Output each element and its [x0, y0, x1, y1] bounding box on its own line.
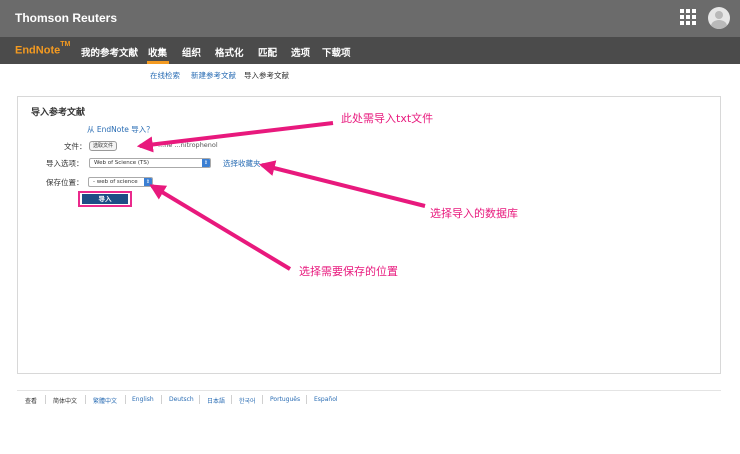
import-option-select[interactable]: Web of Science (TS) ⇕ — [89, 158, 211, 168]
nav-item-my-references[interactable]: 我的参考文献 — [81, 45, 138, 59]
footer-separator — [85, 395, 86, 404]
nav-item-collect[interactable]: 收集 — [148, 45, 167, 59]
footer-lang-pt[interactable]: Português — [270, 396, 300, 403]
user-avatar-icon[interactable] — [708, 7, 730, 29]
file-name: ...ne ...nitrophenol — [158, 141, 218, 149]
import-option-label: 导入选项： — [46, 159, 84, 168]
endnote-logo[interactable]: EndNoteTM — [15, 41, 70, 57]
footer-divider — [17, 390, 721, 391]
footer-lang-en[interactable]: English — [132, 396, 154, 403]
save-location-select[interactable]: - web of science ⇕ — [88, 177, 153, 187]
main-nav: EndNoteTM 我的参考文献 收集 组织 格式化 匹配 选项 下载项 — [0, 37, 740, 64]
footer-separator — [262, 395, 263, 404]
choose-folder-link[interactable]: 选择收藏夹 — [223, 158, 261, 169]
footer-separator — [161, 395, 162, 404]
file-label: 文件： — [64, 142, 87, 151]
dropdown-arrow-icon: ⇕ — [202, 159, 210, 167]
nav-item-format[interactable]: 格式化 — [215, 45, 244, 59]
grid-icon[interactable] — [680, 9, 696, 25]
from-endnote-link[interactable]: 从 EndNote 导入？ — [87, 124, 154, 135]
footer-lang-ja[interactable]: 日本語 — [207, 396, 225, 405]
dropdown-arrow-icon: ⇕ — [144, 178, 152, 186]
footer-separator — [199, 395, 200, 404]
footer-lang-zh-tw[interactable]: 繁體中文 — [93, 396, 117, 405]
import-button[interactable]: 导入 — [82, 194, 128, 204]
subnav-new-reference[interactable]: 新建参考文献 — [191, 70, 236, 81]
nav-item-downloads[interactable]: 下载项 — [322, 45, 351, 59]
nav-item-match[interactable]: 匹配 — [258, 45, 277, 59]
brand-title: Thomson Reuters — [15, 11, 118, 25]
annotation-choose-database: 选择导入的数据库 — [430, 207, 518, 220]
footer-lang-es[interactable]: Español — [314, 396, 338, 403]
footer-view-label: 查看 — [25, 398, 38, 405]
page-title: 导入参考文献 — [31, 108, 86, 118]
nav-item-organize[interactable]: 组织 — [182, 45, 201, 59]
footer-lang-de[interactable]: Deutsch — [169, 396, 194, 403]
choose-file-button[interactable]: 选取文件 — [89, 141, 118, 151]
footer-separator — [125, 395, 126, 404]
annotation-import-txt: 此处需导入txt文件 — [341, 112, 434, 125]
active-tab-indicator — [147, 61, 169, 64]
footer-separator — [45, 395, 46, 404]
import-panel: 导入参考文献 从 EndNote 导入？ 文件： 选取文件 ...ne ...n… — [17, 96, 721, 374]
footer-lang-zh-cn: 简体中文 — [53, 398, 78, 405]
subnav-import-references: 导入参考文献 — [244, 71, 289, 80]
footer-separator — [231, 395, 232, 404]
footer-lang-ko[interactable]: 한국어 — [239, 396, 256, 405]
footer-separator — [306, 395, 307, 404]
annotation-choose-location: 选择需要保存的位置 — [299, 265, 398, 278]
save-location-label: 保存位置： — [46, 178, 84, 187]
subnav-online-search[interactable]: 在线检索 — [150, 70, 180, 81]
nav-item-options[interactable]: 选项 — [291, 45, 310, 59]
top-bar: Thomson Reuters — [0, 0, 740, 37]
